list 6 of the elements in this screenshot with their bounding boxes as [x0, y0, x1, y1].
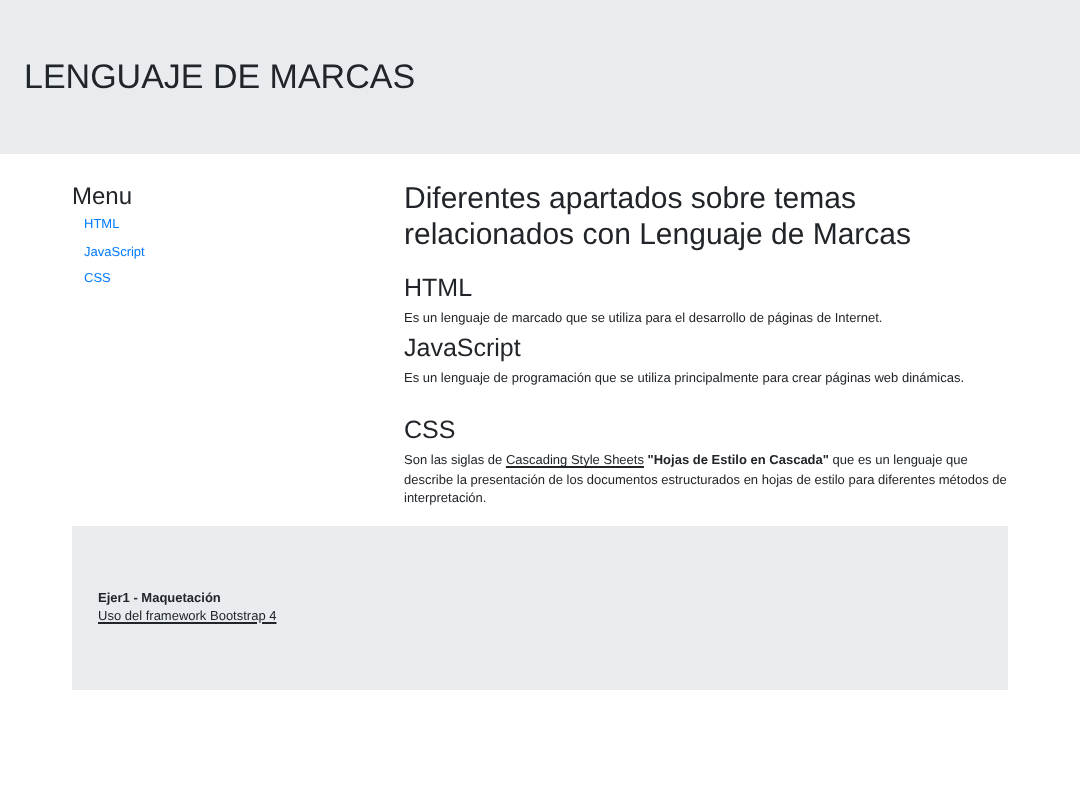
section-heading: HTML — [404, 274, 475, 304]
section-heading: JavaScript — [404, 333, 523, 363]
section-title: Diferentes apartados sobre temas relacionados con Lenguaje de Marcas — [404, 182, 913, 254]
menu-title: Menu — [72, 182, 135, 212]
page-title: LENGUAJE DE MARCAS — [24, 60, 416, 94]
section-heading: CSS — [404, 416, 458, 446]
